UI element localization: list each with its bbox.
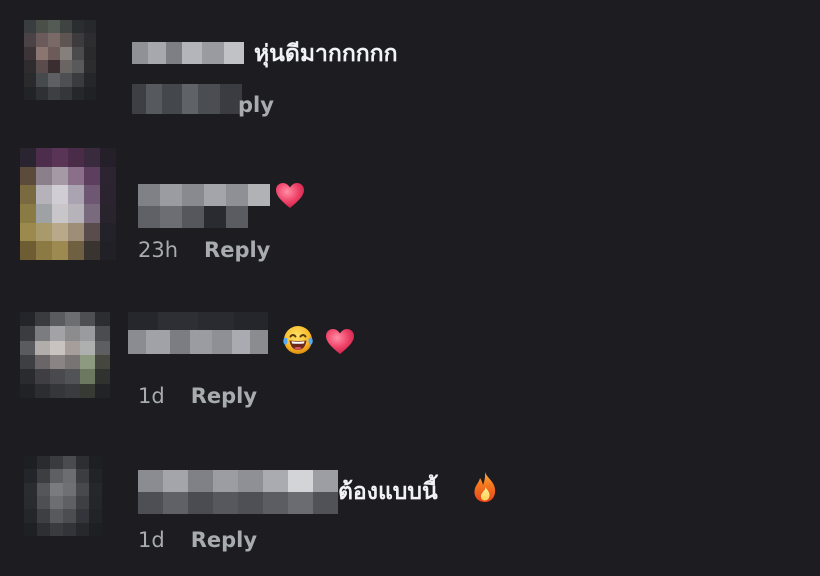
- reply-link[interactable]: Reply: [204, 238, 270, 262]
- laughing-tears-emoji: [282, 324, 314, 356]
- timestamp[interactable]: 23h: [138, 238, 178, 262]
- reply-link[interactable]: ply: [238, 93, 274, 117]
- author-name-shadow: [128, 312, 268, 330]
- comment-meta: ply: [238, 93, 274, 117]
- comment-2: 23h Reply: [0, 140, 820, 290]
- avatar[interactable]: [24, 456, 102, 536]
- comment-meta: 23h Reply: [138, 238, 270, 262]
- avatar[interactable]: [24, 20, 96, 100]
- avatar[interactable]: [20, 148, 116, 260]
- comment-3: 1d Reply: [0, 290, 820, 440]
- author-name[interactable]: [132, 42, 244, 64]
- avatar[interactable]: [20, 312, 110, 398]
- comment-meta: 1d Reply: [138, 384, 257, 408]
- meta-blur: [132, 84, 242, 114]
- comment-meta: 1d Reply: [138, 528, 257, 552]
- comment-text: ต้องแบบนี้: [338, 479, 438, 505]
- author-name[interactable]: [138, 184, 270, 228]
- timestamp[interactable]: 1d: [138, 528, 165, 552]
- author-name[interactable]: [128, 330, 268, 354]
- comment-text: หุ่นดีมากกกกก: [254, 41, 398, 67]
- reply-link[interactable]: Reply: [191, 384, 257, 408]
- heart-emoji: [324, 326, 356, 358]
- comment-4: ต้องแบบนี้ 1d Reply: [0, 440, 820, 576]
- timestamp[interactable]: 1d: [138, 384, 165, 408]
- author-name[interactable]: [138, 470, 338, 514]
- heart-emoji: [274, 180, 306, 212]
- fire-emoji: [470, 470, 500, 504]
- comment-1: หุ่นดีมากกกกก ply: [0, 0, 820, 140]
- reply-link[interactable]: Reply: [191, 528, 257, 552]
